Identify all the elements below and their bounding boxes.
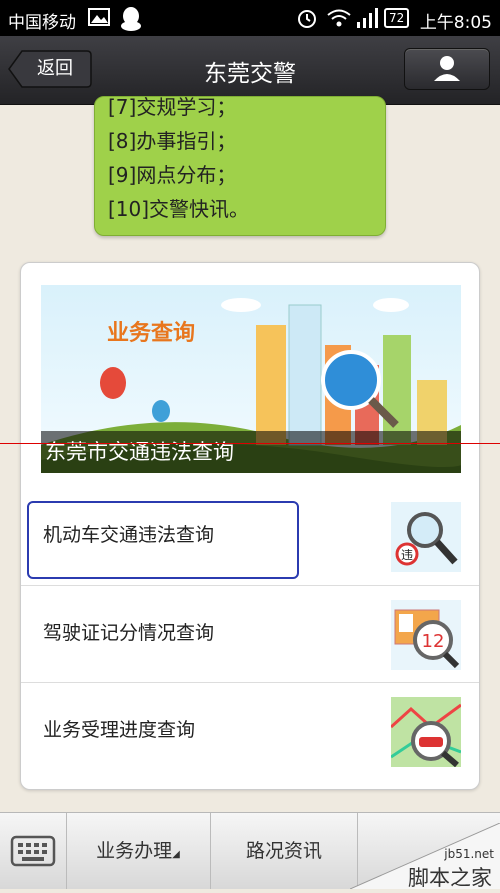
submenu-indicator-icon: ◢ — [172, 849, 180, 860]
wifi-icon — [327, 9, 351, 27]
person-icon — [434, 56, 460, 81]
bubble-line: [7]交规学习； — [108, 96, 237, 119]
watermark-site: jb51.net — [444, 847, 494, 861]
guide-line — [0, 443, 500, 444]
tab-traffic-info[interactable]: 路况资讯 — [211, 813, 358, 889]
bubble-line: [8]办事指引； — [108, 129, 237, 153]
profile-button[interactable] — [404, 48, 490, 90]
keyboard-toggle-button[interactable] — [0, 813, 67, 889]
status-bar: 中国移动 72 上午8:05 — [0, 0, 500, 36]
focus-highlight — [27, 501, 299, 579]
back-button[interactable]: 返回 — [8, 50, 92, 88]
signal-icon — [357, 8, 378, 28]
item-label: 业务受理进度查询 — [43, 719, 196, 741]
bubble-line: [9]网点分布； — [108, 163, 237, 187]
banner-caption: 东莞市交通违法查询 — [41, 431, 461, 473]
map-car-icon — [391, 697, 461, 767]
list-item[interactable]: 业务受理进度查询 — [21, 682, 479, 780]
clock: 上午8:05 — [419, 13, 492, 33]
service-card: 业务查询 东莞市交通违法查询 机动车交通违法查询 违 驾驶证记分情况查询 12 … — [20, 262, 480, 790]
qq-icon — [121, 7, 141, 31]
page-title: 东莞交警 — [204, 61, 296, 87]
back-label: 返回 — [37, 58, 73, 79]
tab-label: 业务办理 — [96, 840, 173, 862]
item-label: 驾驶证记分情况查询 — [43, 622, 215, 644]
violation-badge: 违 — [401, 548, 413, 562]
tab-label: 路况资讯 — [245, 840, 322, 862]
image-icon — [88, 8, 110, 26]
points-badge: 12 — [422, 631, 445, 652]
license-points-icon: 12 — [391, 600, 461, 670]
tab-business[interactable]: 业务办理◢ — [66, 813, 211, 889]
alarm-icon — [298, 10, 316, 28]
carrier-label: 中国移动 — [8, 13, 76, 33]
banner-tag: 业务查询 — [107, 321, 196, 346]
banner-image[interactable]: 业务查询 东莞市交通违法查询 — [41, 285, 461, 473]
list-item[interactable]: 驾驶证记分情况查询 12 — [21, 585, 479, 683]
battery-icon: 72 — [384, 8, 410, 28]
magnifier-violation-icon: 违 — [391, 502, 461, 572]
bubble-line: [10]交警快讯。 — [108, 197, 250, 221]
app-header: 返回 东莞交警 — [0, 36, 500, 105]
message-bubble: [7]交规学习； [8]办事指引； [9]网点分布； [10]交警快讯。 — [94, 96, 386, 236]
keyboard-icon — [10, 835, 56, 867]
